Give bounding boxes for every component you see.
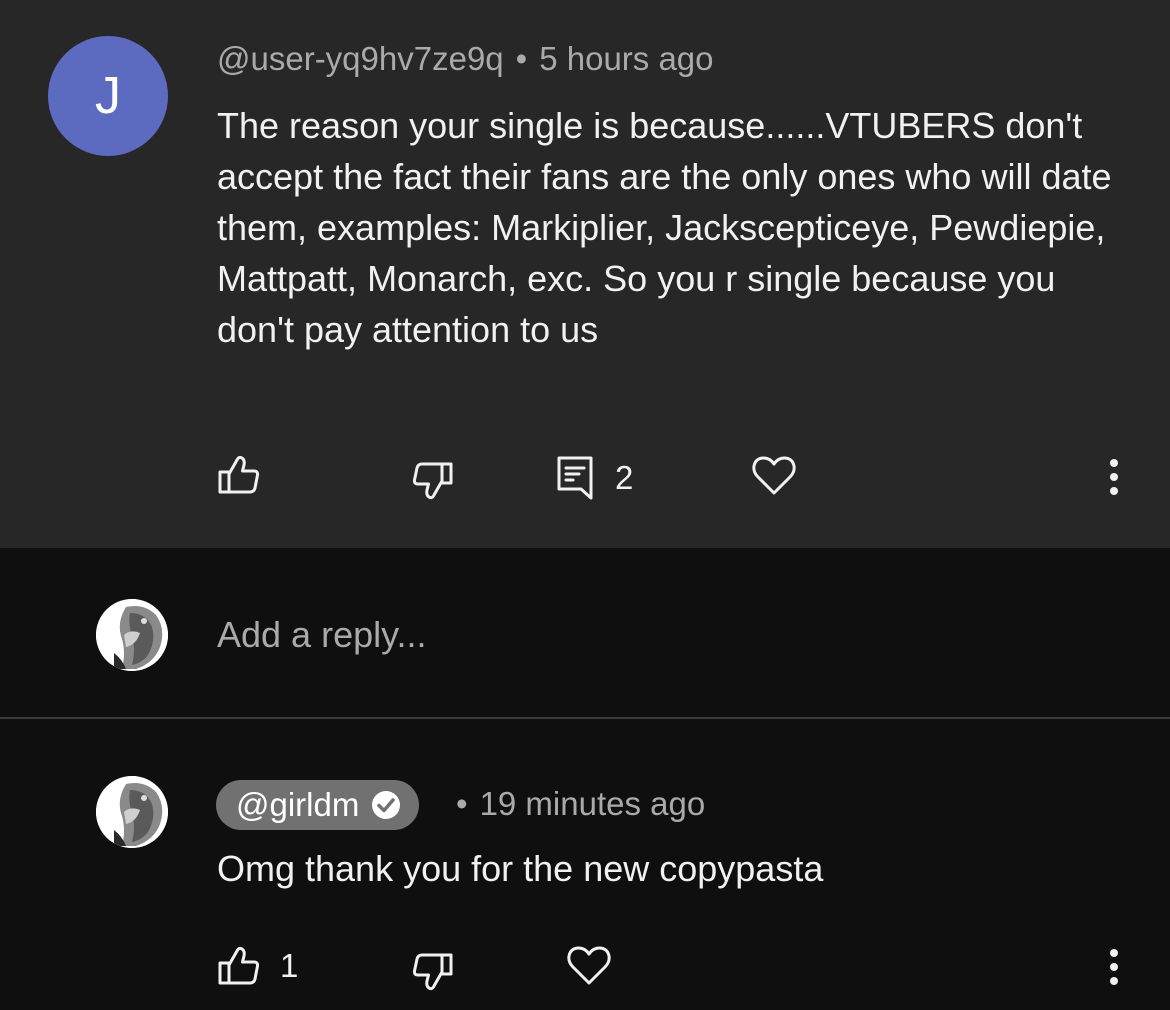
comment-username[interactable]: @user-yq9hv7ze9q	[217, 40, 504, 77]
add-reply-input[interactable]: Add a reply...	[217, 614, 426, 656]
comment-thread: J @user-yq9hv7ze9q • 5 hours ago The reaso…	[0, 0, 1170, 1010]
reply-username-pill[interactable]: @girldm	[216, 780, 420, 830]
comment-meta: @user-yq9hv7ze9q • 5 hours ago	[217, 40, 714, 78]
comment-body: The reason your single is because......V…	[217, 105, 1112, 350]
heart-icon	[752, 456, 796, 495]
commenter-avatar[interactable]: J	[48, 36, 168, 156]
reply-meta: • 19 minutes ago	[456, 785, 705, 823]
verified-check-icon	[371, 790, 401, 820]
thumbs-down-icon	[413, 462, 453, 500]
dislike-button[interactable]	[413, 462, 453, 500]
reply-more-button[interactable]	[1108, 948, 1120, 991]
thumbs-up-icon	[218, 946, 260, 985]
avatar-letter: J	[95, 67, 121, 125]
parent-comment: J @user-yq9hv7ze9q • 5 hours ago The reaso…	[0, 0, 1170, 548]
divider	[0, 717, 1170, 719]
reply-like-count: 1	[280, 947, 299, 984]
thumbs-down-icon	[413, 953, 453, 991]
reply-body: Omg thank you for the new copypasta	[217, 848, 824, 889]
reply-timestamp: 19 minutes ago	[479, 785, 706, 822]
add-reply-row	[0, 548, 1170, 718]
more-icon	[1110, 949, 1118, 985]
meta-separator: •	[456, 785, 468, 822]
reply-count: 2	[615, 459, 634, 496]
like-button[interactable]	[218, 455, 260, 495]
reply-heart-button[interactable]	[567, 946, 611, 986]
current-user-avatar	[96, 599, 168, 671]
thumbs-up-icon	[218, 455, 260, 494]
comment-timestamp: 5 hours ago	[539, 40, 714, 77]
replies-button[interactable]: 2	[557, 456, 633, 500]
more-icon	[1110, 459, 1118, 495]
reply-username: @girldm	[236, 786, 360, 823]
reply-icon	[557, 456, 593, 500]
heart-icon	[567, 946, 611, 985]
reply-like-button[interactable]: 1	[218, 946, 298, 986]
anime-avatar-image	[96, 599, 168, 671]
heart-button[interactable]	[752, 456, 796, 496]
meta-separator: •	[515, 40, 528, 77]
comment-more-button[interactable]	[1108, 458, 1120, 501]
anime-avatar-image	[96, 776, 168, 848]
reply-dislike-button[interactable]	[413, 953, 453, 991]
reply-author-avatar[interactable]	[96, 776, 168, 848]
